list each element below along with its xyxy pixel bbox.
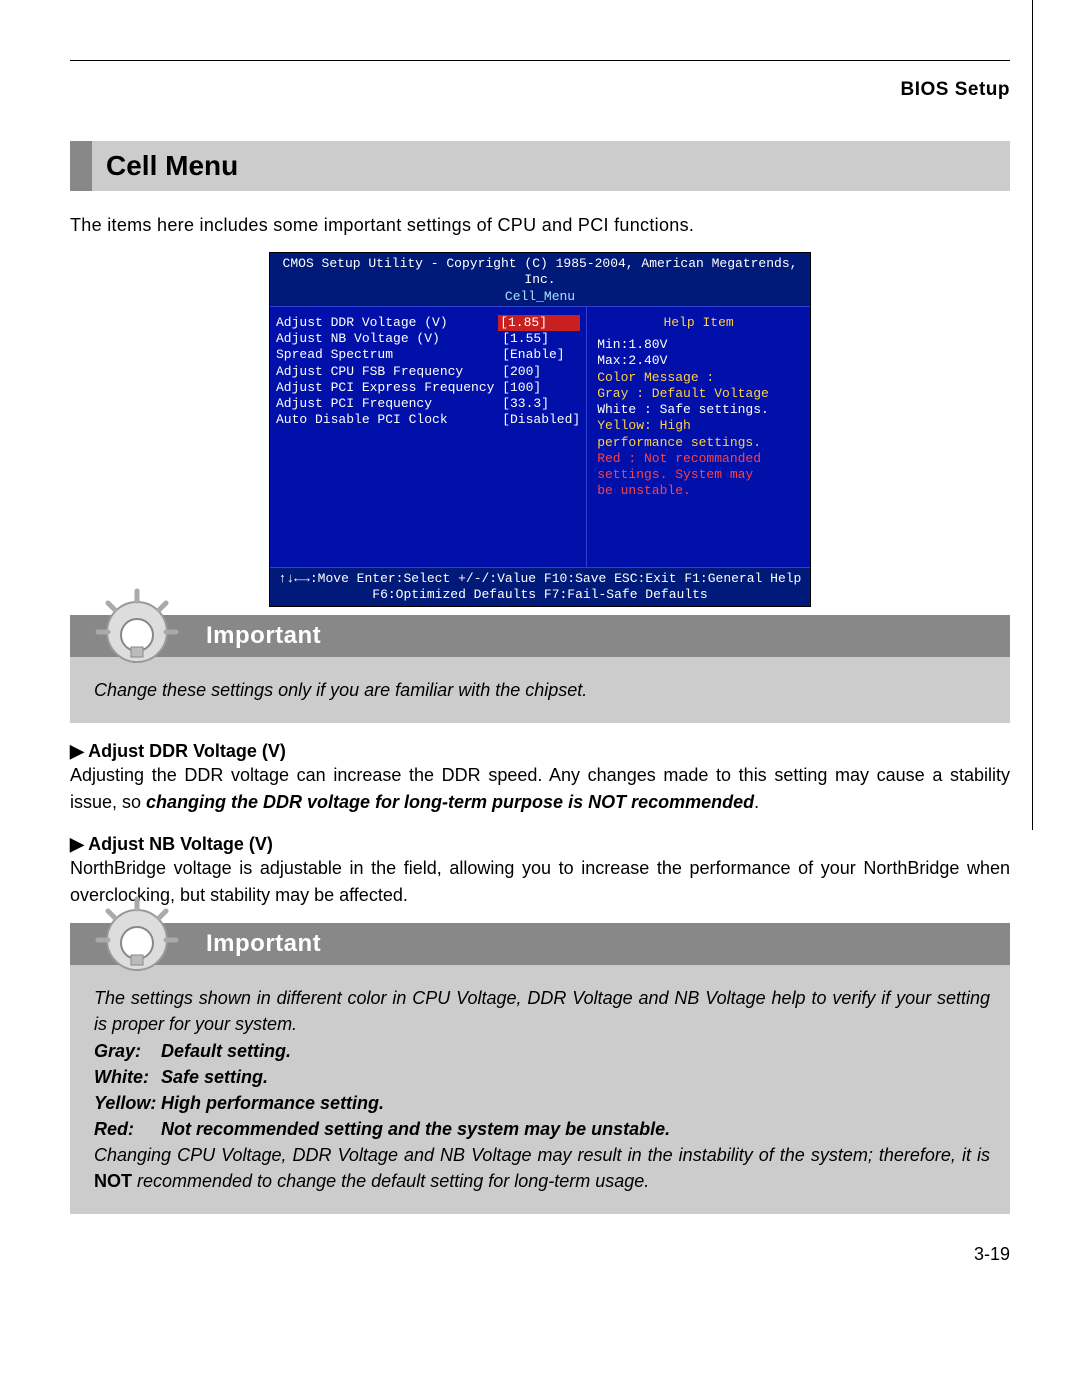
help-max: Max:2.40V [597, 353, 800, 369]
important-label: Important [70, 923, 1010, 965]
important2-p2: Changing CPU Voltage, DDR Voltage and NB… [94, 1142, 990, 1194]
section-accent [70, 141, 92, 191]
color-gray-row: Gray: Default setting. [94, 1038, 990, 1064]
help-red1: Red : Not recommanded [597, 451, 800, 467]
bios-row: Adjust PCI Express Frequency[100] [276, 380, 580, 396]
important-box-1: Important Change these settings only if … [70, 615, 1010, 723]
right-divider [1032, 0, 1033, 830]
bios-footer2: F6:Optimized Defaults F7:Fail-Safe Defau… [274, 587, 806, 603]
help-colormsg: Color Message : [597, 370, 800, 386]
bios-row: Adjust NB Voltage (V)[1.55] [276, 331, 580, 347]
bios-menu-title: Cell_Menu [274, 289, 806, 305]
help-title: Help Item [597, 315, 800, 331]
help-red2: settings. System may [597, 467, 800, 483]
help-yellow1: Yellow: High [597, 418, 800, 434]
help-yellow2: performance settings. [597, 435, 800, 451]
bios-utility-title: CMOS Setup Utility - Copyright (C) 1985-… [274, 256, 806, 289]
bios-row: Adjust PCI Frequency[33.3] [276, 396, 580, 412]
color-yellow-row: Yellow: High performance setting. [94, 1090, 990, 1116]
page-number: 3-19 [70, 1244, 1010, 1265]
bios-help-pane: Help Item Min:1.80V Max:2.40V Color Mess… [587, 307, 810, 567]
bios-screenshot: CMOS Setup Utility - Copyright (C) 1985-… [269, 252, 811, 607]
help-gray: Gray : Default Voltage [597, 386, 800, 402]
bios-footer1: ↑↓←→:Move Enter:Select +/-/:Value F10:Sa… [274, 571, 806, 587]
help-white: White : Safe settings. [597, 402, 800, 418]
bulb-icon [92, 895, 182, 985]
important1-text: Change these settings only if you are fa… [94, 680, 587, 700]
top-rule [70, 60, 1010, 61]
intro-text: The items here includes some important s… [70, 215, 1010, 236]
color-red-row: Red: Not recommended setting and the sys… [94, 1116, 990, 1142]
bios-row: Spread Spectrum[Enable] [276, 347, 580, 363]
help-red3: be unstable. [597, 483, 800, 499]
bios-settings-pane: Adjust DDR Voltage (V)[1.85] Adjust NB V… [270, 307, 587, 567]
color-white-row: White: Safe setting. [94, 1064, 990, 1090]
setting-ddr-body: Adjusting the DDR voltage can increase t… [70, 762, 1010, 816]
important-box-2: Important The settings shown in differen… [70, 923, 1010, 1214]
important2-p1: The settings shown in different color in… [94, 985, 990, 1037]
setting-nb-title: ▶ Adjust NB Voltage (V) [70, 834, 1010, 855]
setting-nb-body: NorthBridge voltage is adjustable in the… [70, 855, 1010, 909]
section-title: Cell Menu [92, 141, 1010, 191]
setting-ddr-title: ▶ Adjust DDR Voltage (V) [70, 741, 1010, 762]
bios-footer: ↑↓←→:Move Enter:Select +/-/:Value F10:Sa… [270, 567, 810, 607]
bios-titlebar: CMOS Setup Utility - Copyright (C) 1985-… [270, 253, 810, 306]
bios-row: Adjust CPU FSB Frequency[200] [276, 364, 580, 380]
manual-page: BIOS Setup Cell Menu The items here incl… [0, 0, 1080, 1305]
page-header: BIOS Setup [70, 79, 1010, 101]
bios-row: Auto Disable PCI Clock[Disabled] [276, 412, 580, 428]
help-min: Min:1.80V [597, 337, 800, 353]
bios-row: Adjust DDR Voltage (V)[1.85] [276, 315, 580, 331]
important-body-2: The settings shown in different color in… [70, 965, 1010, 1214]
section-bar: Cell Menu [70, 141, 1010, 191]
important-body: Change these settings only if you are fa… [70, 657, 1010, 723]
important-label: Important [70, 615, 1010, 657]
bulb-icon [92, 587, 182, 677]
